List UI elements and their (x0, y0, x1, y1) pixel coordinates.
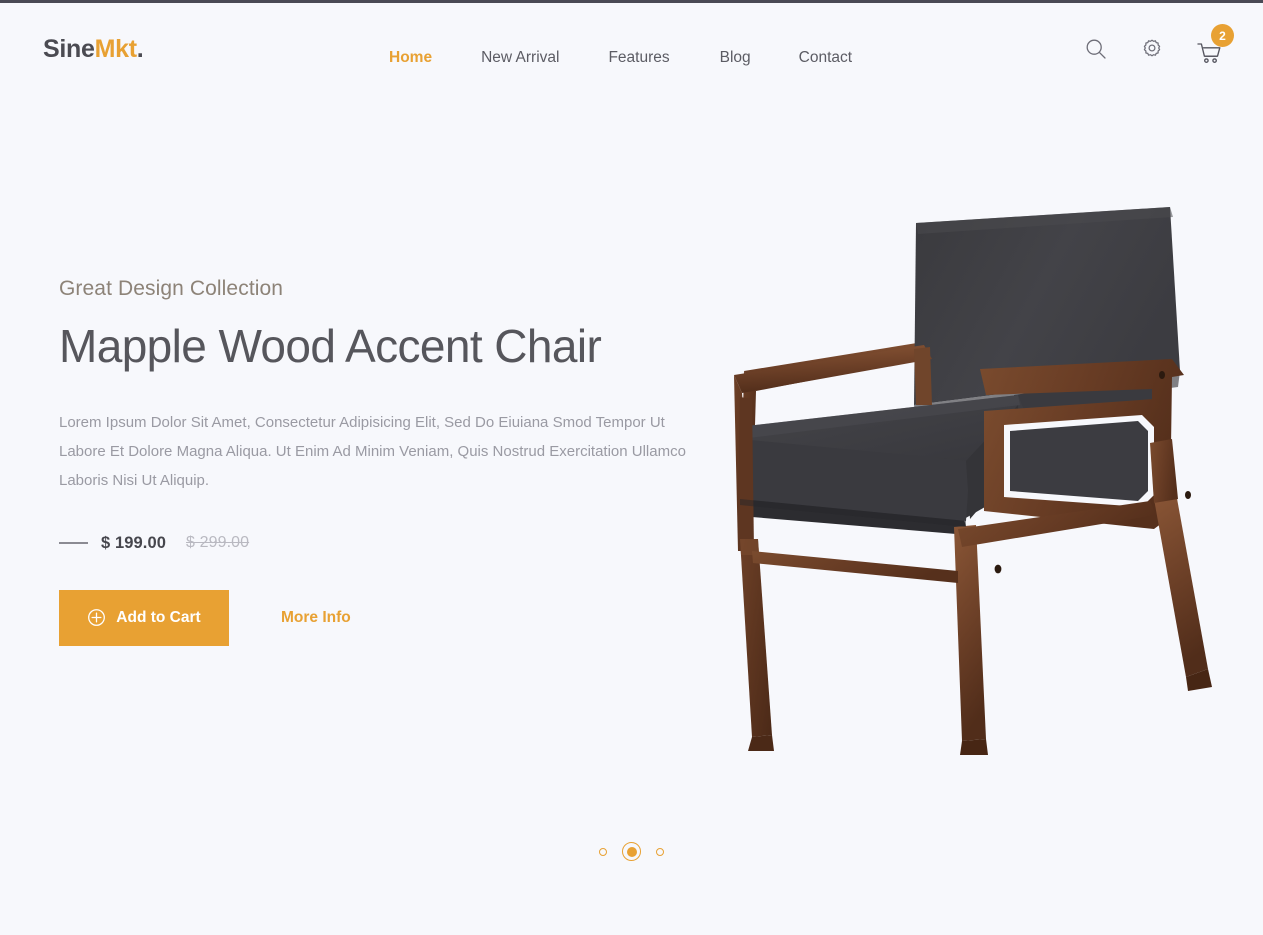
carousel-dots (0, 842, 1263, 861)
carousel-dot-1[interactable] (599, 847, 607, 856)
more-info-link[interactable]: More Info (281, 609, 351, 627)
price-current: $ 199.00 (101, 533, 167, 552)
cta-row: Add to Cart More Info (59, 589, 719, 646)
cart-button[interactable]: 2 (1193, 24, 1234, 66)
brand-name-accent: Mkt (94, 34, 137, 63)
hero-description: Lorem Ipsum Dolor Sit Amet, Consectetur … (59, 413, 686, 489)
hero-eyebrow: Great Design Collection (59, 277, 284, 300)
cart-count-badge: 2 (1211, 24, 1234, 47)
add-to-cart-button[interactable]: Add to Cart (59, 589, 229, 646)
nav-item-contact[interactable]: Contact (799, 49, 852, 67)
product-image (718, 199, 1248, 819)
header-actions: 2 (1081, 3, 1234, 95)
nav-item-features[interactable]: Features (608, 49, 669, 67)
nav-item-blog[interactable]: Blog (720, 49, 751, 67)
nav-item-home[interactable]: Home (389, 49, 432, 67)
price-dash-decoration (59, 542, 88, 544)
carousel-dot-2[interactable] (622, 842, 641, 861)
price-original: $ 299.00 (186, 534, 250, 552)
hero-copy: Great Design Collection Mapple Wood Acce… (59, 277, 719, 646)
hero-title: Mapple Wood Accent Chair (59, 320, 602, 372)
plus-circle-icon (88, 609, 106, 626)
nav-item-new-arrival[interactable]: New Arrival (481, 49, 559, 67)
site-header: SineMkt. Home New Arrival Features Blog … (0, 3, 1263, 95)
brand-logo[interactable]: SineMkt. (43, 34, 144, 64)
search-icon (1086, 39, 1106, 59)
price-row: $ 199.00 $ 299.00 (59, 534, 719, 553)
brand-name-suffix: . (136, 34, 144, 63)
gear-icon (1143, 39, 1161, 57)
main-navigation: Home New Arrival Features Blog Contact (389, 49, 852, 67)
add-to-cart-label: Add to Cart (116, 608, 201, 626)
carousel-dot-3[interactable] (656, 847, 664, 856)
settings-button[interactable] (1137, 34, 1167, 64)
search-button[interactable] (1081, 34, 1111, 64)
maple-wood-accent-chair-illustration (734, 207, 1212, 755)
hero-section: Great Design Collection Mapple Wood Acce… (0, 95, 1263, 935)
brand-name-primary: Sine (43, 34, 95, 63)
